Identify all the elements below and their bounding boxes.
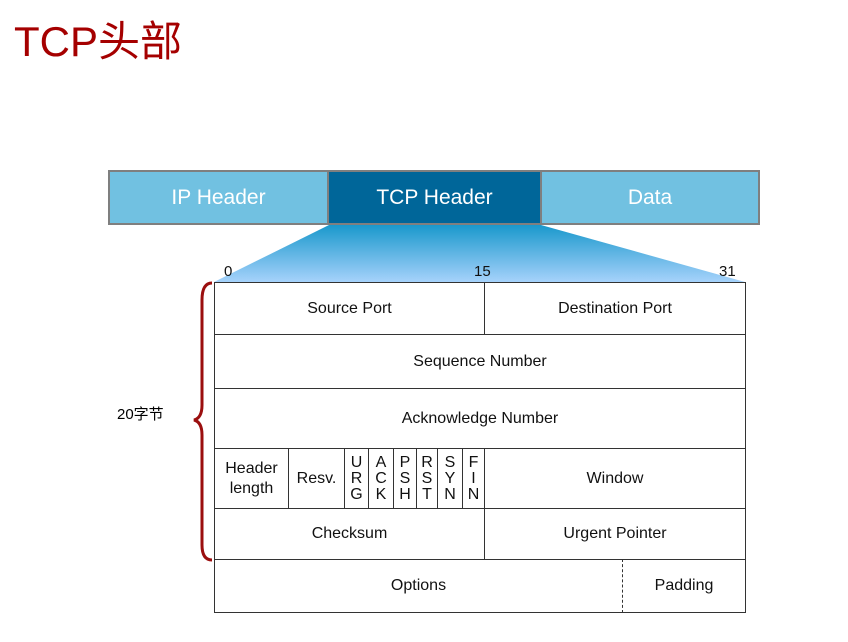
brace-icon: [193, 281, 213, 562]
padding-field: Padding: [622, 559, 746, 613]
acknowledge-number-field: Acknowledge Number: [214, 388, 746, 449]
flag-rst: RST: [416, 448, 438, 509]
urgent-pointer-field: Urgent Pointer: [484, 508, 746, 560]
sequence-number-field: Sequence Number: [214, 334, 746, 389]
flag-fin: FIN: [462, 448, 485, 509]
size-label: 20字节: [117, 406, 164, 423]
reserved-field: Resv.: [288, 448, 345, 509]
window-field: Window: [484, 448, 746, 509]
destination-port-field: Destination Port: [484, 282, 746, 335]
checksum-field: Checksum: [214, 508, 485, 560]
header-length-field: Header length: [214, 448, 289, 509]
options-field: Options: [214, 559, 623, 613]
flag-syn: SYN: [437, 448, 463, 509]
bit-31-label: 31: [719, 263, 736, 280]
bit-15-label: 15: [474, 263, 491, 280]
bit-0-label: 0: [224, 263, 233, 280]
source-port-field: Source Port: [214, 282, 485, 335]
flag-urg: URG: [344, 448, 369, 509]
flag-psh: PSH: [393, 448, 417, 509]
flag-ack: ACK: [368, 448, 394, 509]
